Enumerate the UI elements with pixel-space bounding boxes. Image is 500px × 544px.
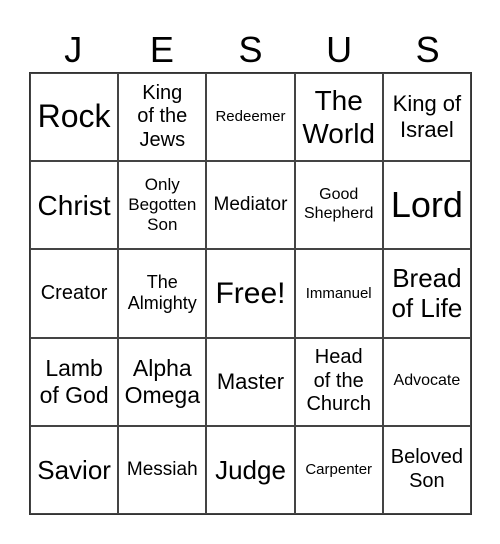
bingo-cell[interactable]: Alpha Omega	[118, 337, 207, 426]
header-letter: U	[326, 29, 353, 70]
bingo-cell[interactable]: King of the Jews	[118, 73, 207, 162]
header-letter: J	[64, 29, 83, 70]
bingo-header: J E S U S	[29, 28, 472, 72]
bingo-cell[interactable]: Savior	[30, 425, 119, 514]
bingo-cell[interactable]: Bread of Life	[382, 249, 471, 338]
bingo-cell[interactable]: King of Israel	[382, 73, 471, 162]
bingo-cell[interactable]: Only Begotten Son	[118, 161, 207, 250]
free-space[interactable]: Free!	[206, 249, 295, 338]
header-letter: S	[238, 29, 263, 70]
bingo-cell[interactable]: Master	[206, 337, 295, 426]
bingo-cell[interactable]: The World	[294, 73, 383, 162]
bingo-cell[interactable]: Messiah	[118, 425, 207, 514]
header-letter: E	[149, 29, 174, 70]
bingo-cell[interactable]: Advocate	[382, 337, 471, 426]
bingo-cell[interactable]: Creator	[30, 249, 119, 338]
bingo-cell[interactable]: Rock	[30, 73, 119, 162]
bingo-cell[interactable]: Immanuel	[294, 249, 383, 338]
bingo-cell[interactable]: Lord	[382, 161, 471, 250]
bingo-cell[interactable]: Head of the Church	[294, 337, 383, 426]
bingo-cell[interactable]: The Almighty	[118, 249, 207, 338]
bingo-cell[interactable]: Good Shepherd	[294, 161, 383, 250]
bingo-cell[interactable]: Lamb of God	[30, 337, 119, 426]
header-letter: S	[415, 29, 440, 70]
bingo-grid: Rock King of the Jews Redeemer The World…	[29, 72, 472, 515]
bingo-cell[interactable]: Beloved Son	[382, 425, 471, 514]
bingo-cell[interactable]: Mediator	[206, 161, 295, 250]
bingo-cell[interactable]: Judge	[206, 425, 295, 514]
bingo-cell[interactable]: Christ	[30, 161, 119, 250]
bingo-cell[interactable]: Carpenter	[294, 425, 383, 514]
bingo-cell[interactable]: Redeemer	[206, 73, 295, 162]
